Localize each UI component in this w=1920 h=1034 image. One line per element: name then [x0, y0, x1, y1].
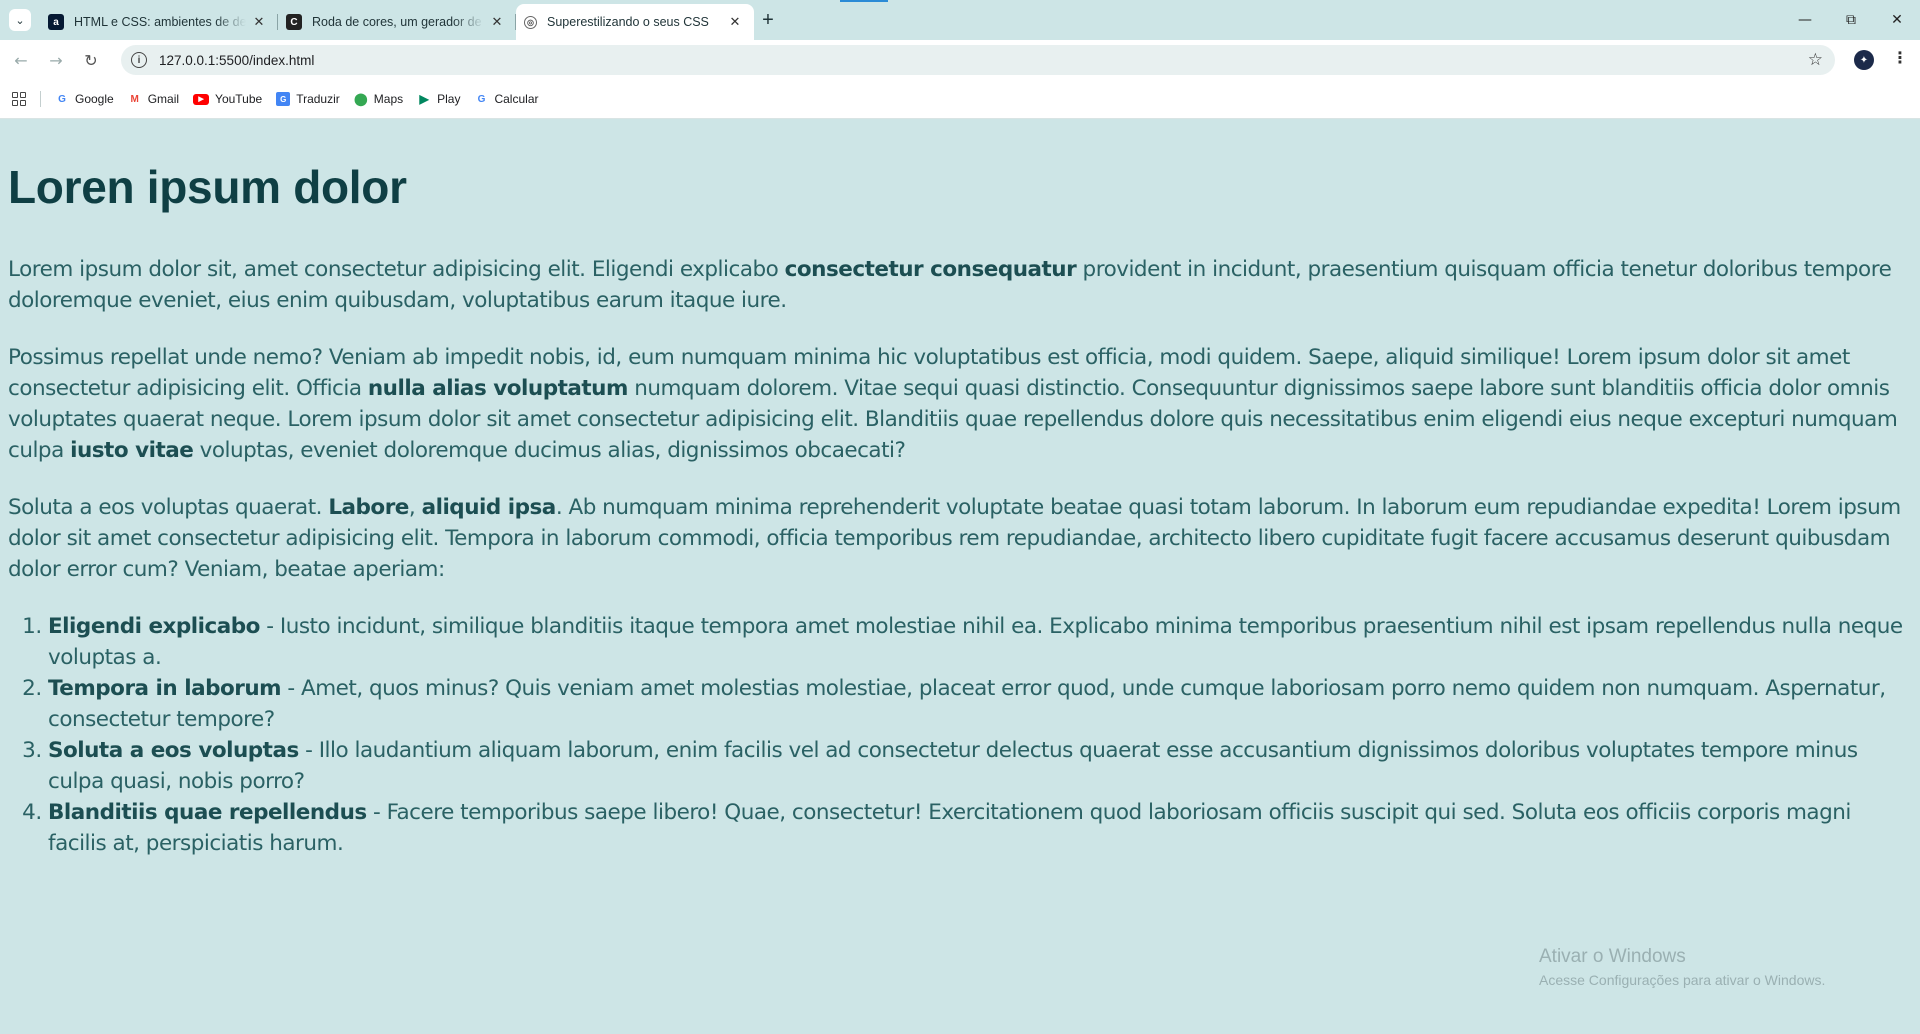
- bookmark-label: Gmail: [147, 92, 180, 106]
- list-term: Soluta a eos voluptas: [48, 738, 299, 763]
- text: Lorem ipsum dolor sit, amet consectetur …: [8, 257, 785, 282]
- minimize-button[interactable]: —: [1782, 0, 1828, 40]
- apps-grid-icon[interactable]: [12, 92, 26, 106]
- list-item: Soluta a eos voluptas - Illo laudantium …: [48, 735, 1912, 797]
- close-icon[interactable]: ✕: [488, 13, 506, 31]
- bookmark-label: Calcular: [494, 92, 539, 106]
- tab-strip: ⌄ a HTML e CSS: ambientes de desenvolvim…: [0, 0, 1920, 40]
- bold-text: iusto vitae: [70, 438, 194, 463]
- profile-avatar-icon[interactable]: ✦: [1854, 50, 1874, 70]
- address-bar[interactable]: i 127.0.0.1:5500/index.html ☆: [121, 45, 1835, 75]
- adobe-color-icon: C: [286, 14, 302, 30]
- bold-text: consectetur consequatur: [784, 257, 1077, 282]
- new-tab-button[interactable]: +: [756, 9, 780, 31]
- youtube-icon: ▶: [193, 93, 210, 105]
- google-icon: G: [477, 93, 486, 105]
- tab-list: a HTML e CSS: ambientes de desenvolvimen…: [40, 4, 754, 40]
- window-controls: — ⧉ ✕: [1782, 0, 1920, 40]
- bookmark-label: Google: [75, 92, 114, 106]
- paragraph-1: Lorem ipsum dolor sit, amet consectetur …: [8, 254, 1912, 316]
- browser-toolbar: ← → ↻ i 127.0.0.1:5500/index.html ☆ ✦ ⋮: [0, 40, 1920, 80]
- info-icon[interactable]: i: [131, 52, 147, 68]
- page-content: Loren ipsum dolor Lorem ipsum dolor sit,…: [0, 120, 1920, 1034]
- reload-button[interactable]: ↻: [77, 46, 105, 74]
- alura-icon: a: [48, 14, 64, 30]
- bookmarks-divider: [40, 91, 41, 107]
- tab-title: Superestilizando o seus CSS: [547, 15, 709, 29]
- translate-icon: G: [276, 92, 291, 106]
- list-text: - Amet, quos minus? Quis veniam amet mol…: [48, 676, 1886, 732]
- maps-icon: ⬤: [354, 92, 368, 106]
- paragraph-2: Possimus repellat unde nemo? Veniam ab i…: [8, 342, 1912, 466]
- list-item: Blanditiis quae repellendus - Facere tem…: [48, 797, 1912, 859]
- url-text: 127.0.0.1:5500/index.html: [159, 52, 315, 68]
- tab-title: Roda de cores, um gerador de paletas: [312, 15, 484, 29]
- watermark-title: Ativar o Windows: [1539, 946, 1686, 967]
- bookmark-label: Maps: [373, 92, 404, 106]
- bookmarks-bar: G Google M Gmail ▶ YouTube G Traduzir ⬤ …: [0, 80, 1920, 119]
- list-text: - Iusto incidunt, similique blanditiis i…: [48, 614, 1903, 670]
- bookmark-google[interactable]: G Google: [55, 92, 114, 106]
- bookmark-label: Play: [437, 92, 461, 106]
- page-title: Loren ipsum dolor: [8, 161, 407, 213]
- bookmark-calcular[interactable]: G Calcular: [474, 92, 539, 106]
- star-icon[interactable]: ☆: [1808, 50, 1823, 70]
- windows-activation-watermark: Ativar o Windows Acesse Configurações pa…: [1539, 946, 1825, 988]
- bookmark-translate[interactable]: G Traduzir: [276, 92, 340, 106]
- bold-text: Labore: [328, 495, 409, 520]
- ordered-list: Eligendi explicabo - Iusto incidunt, sim…: [8, 611, 1912, 859]
- text: ,: [408, 495, 422, 520]
- close-window-button[interactable]: ✕: [1874, 0, 1920, 40]
- bookmark-youtube[interactable]: ▶ YouTube: [193, 92, 262, 106]
- window-accent: [840, 0, 888, 2]
- bookmark-label: YouTube: [215, 92, 263, 106]
- bookmark-maps[interactable]: ⬤ Maps: [354, 92, 403, 106]
- close-icon[interactable]: ✕: [250, 13, 268, 31]
- bookmark-play[interactable]: ▶ Play: [417, 92, 461, 106]
- list-term: Eligendi explicabo: [48, 614, 260, 639]
- tab-superestilizando[interactable]: ◎ Superestilizando o seus CSS ✕: [516, 4, 754, 40]
- chevron-down-icon: ⌄: [15, 13, 25, 27]
- tab-title: HTML e CSS: ambientes de desenvolvimento: [74, 15, 246, 29]
- tab-search-button[interactable]: ⌄: [9, 9, 31, 31]
- globe-icon: ◎: [524, 15, 537, 29]
- list-text: - Illo laudantium aliquam laborum, enim …: [48, 738, 1858, 794]
- bookmark-label: Traduzir: [296, 92, 340, 106]
- tab-color-wheel[interactable]: C Roda de cores, um gerador de paletas ✕: [278, 4, 516, 40]
- bold-text: nulla alias voluptatum: [367, 376, 629, 401]
- list-term: Tempora in laborum: [48, 676, 282, 701]
- google-icon: G: [58, 93, 66, 105]
- text: voluptas, eveniet doloremque ducimus ali…: [193, 438, 906, 463]
- watermark-subtitle: Acesse Configurações para ativar o Windo…: [1539, 972, 1826, 988]
- kebab-menu-icon[interactable]: ⋮: [1892, 48, 1908, 67]
- text: Soluta a eos voluptas quaerat.: [8, 495, 329, 520]
- gmail-icon: M: [130, 93, 139, 105]
- list-item: Eligendi explicabo - Iusto incidunt, sim…: [48, 611, 1912, 673]
- bold-text: aliquid ipsa: [421, 495, 557, 520]
- restore-button[interactable]: ⧉: [1828, 0, 1874, 40]
- bookmark-gmail[interactable]: M Gmail: [128, 92, 180, 106]
- forward-button[interactable]: →: [42, 46, 70, 74]
- back-button[interactable]: ←: [7, 46, 35, 74]
- close-icon[interactable]: ✕: [726, 13, 744, 31]
- list-term: Blanditiis quae repellendus: [48, 800, 367, 825]
- play-icon: ▶: [419, 92, 429, 106]
- paragraph-3: Soluta a eos voluptas quaerat. Labore, a…: [8, 492, 1912, 585]
- tab-html-css[interactable]: a HTML e CSS: ambientes de desenvolvimen…: [40, 4, 278, 40]
- list-item: Tempora in laborum - Amet, quos minus? Q…: [48, 673, 1912, 735]
